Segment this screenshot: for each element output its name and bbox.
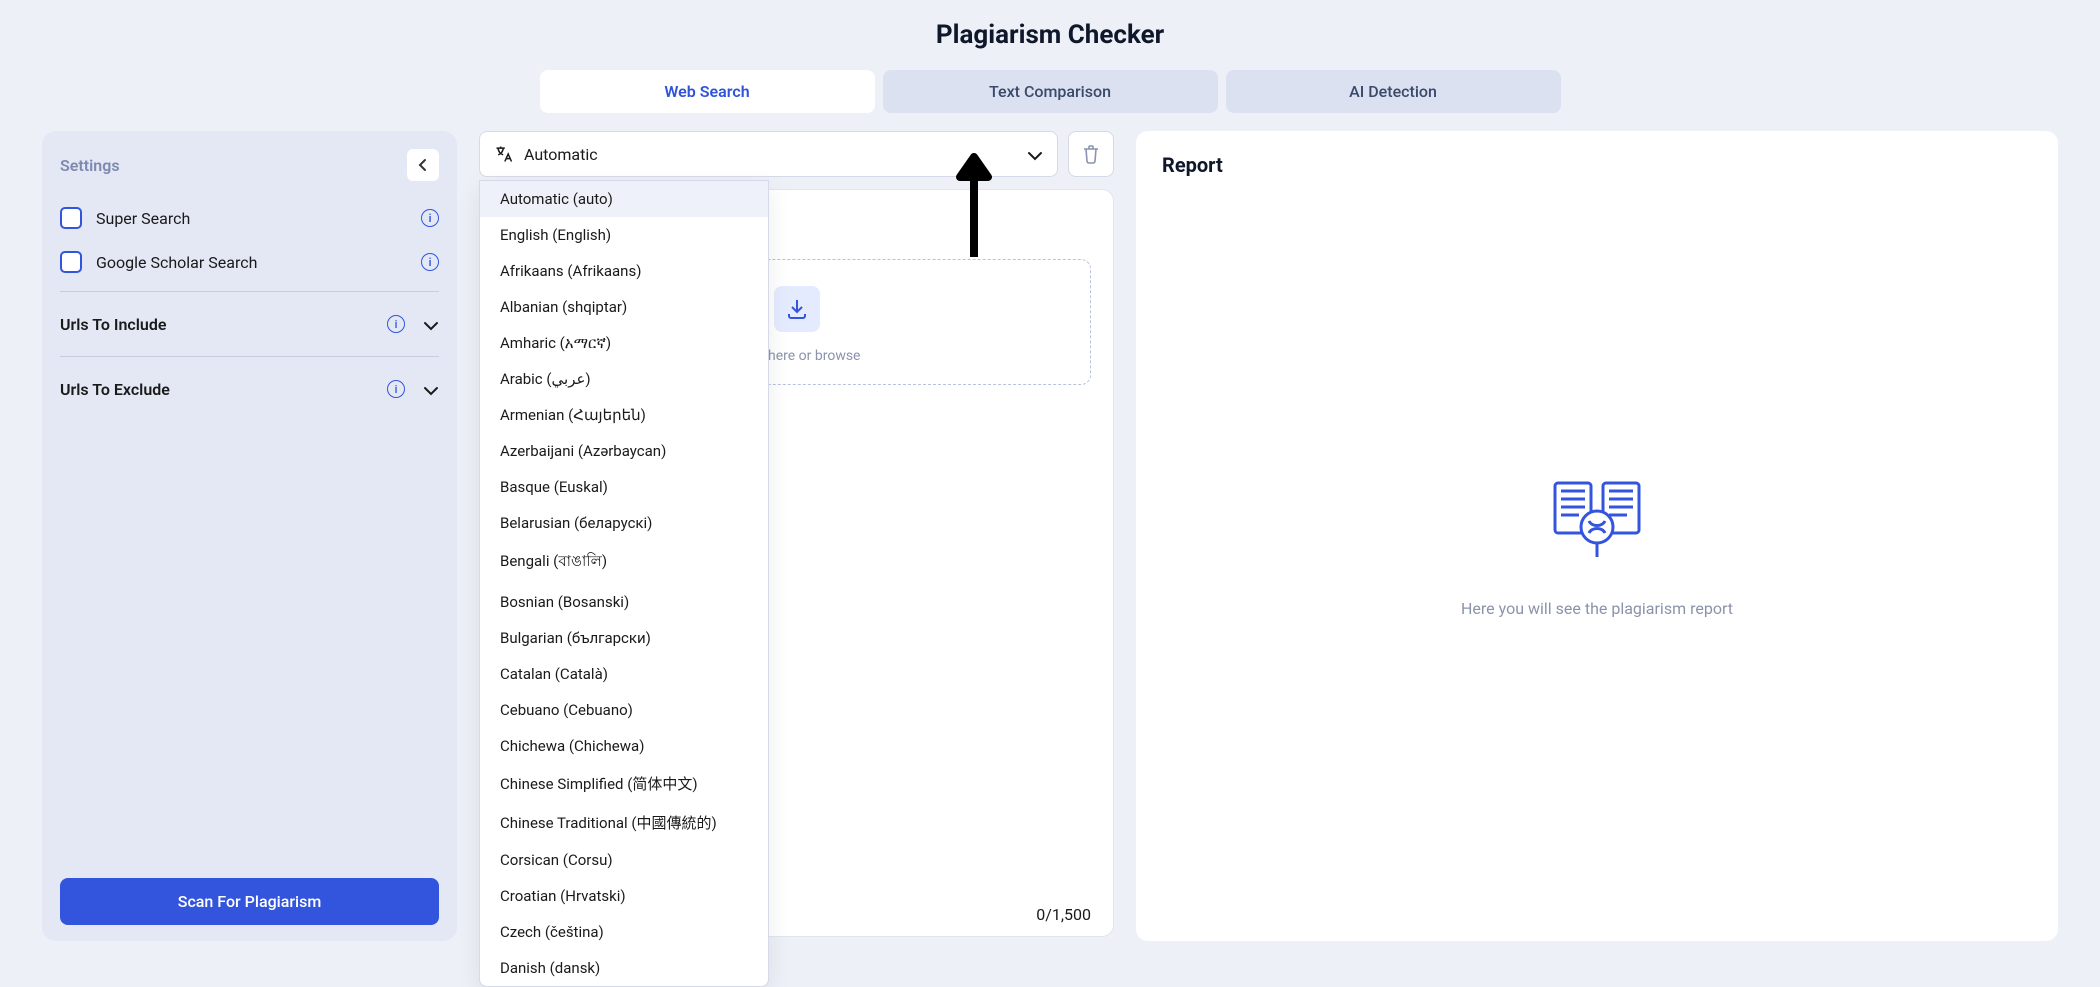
- language-selected-label: Automatic: [524, 145, 1027, 164]
- language-option[interactable]: Arabic (عربي): [480, 361, 768, 397]
- char-counter: 0/1,500: [1036, 905, 1091, 924]
- report-panel: Report Here you will see the plagiarism …: [1136, 131, 2058, 941]
- info-icon[interactable]: i: [387, 315, 405, 333]
- chevron-down-icon: [1027, 142, 1043, 166]
- language-option[interactable]: Bulgarian (български): [480, 620, 768, 656]
- editor-column: Automatic Automatic (auto)English (Engli…: [479, 131, 1114, 941]
- chevron-down-icon: [423, 377, 439, 401]
- super-search-checkbox[interactable]: [60, 207, 82, 229]
- page-title: Plagiarism Checker: [0, 20, 2100, 50]
- language-option[interactable]: Corsican (Corsu): [480, 842, 768, 878]
- collapse-sidebar-button[interactable]: [407, 149, 439, 181]
- language-option[interactable]: Automatic (auto): [480, 181, 768, 217]
- tab-text-comparison[interactable]: Text Comparison: [883, 70, 1218, 113]
- language-option[interactable]: Bengali (বাঙালি): [480, 541, 768, 584]
- info-icon[interactable]: i: [421, 209, 439, 227]
- tab-ai-detection[interactable]: AI Detection: [1226, 70, 1561, 113]
- tab-web-search[interactable]: Web Search: [540, 70, 875, 113]
- language-option[interactable]: Catalan (Català): [480, 656, 768, 692]
- language-option[interactable]: Basque (Euskal): [480, 469, 768, 505]
- chevron-down-icon: [423, 312, 439, 336]
- language-option[interactable]: English (English): [480, 217, 768, 253]
- google-scholar-label: Google Scholar Search: [96, 253, 407, 272]
- urls-include-label: Urls To Include: [60, 315, 166, 334]
- divider: [60, 291, 439, 292]
- language-dropdown: Automatic (auto)English (English)Afrikaa…: [479, 180, 769, 987]
- tabs: Web Search Text Comparison AI Detection: [0, 70, 2100, 113]
- info-icon[interactable]: i: [387, 380, 405, 398]
- language-option[interactable]: Azerbaijani (Azərbaycan): [480, 433, 768, 469]
- language-option[interactable]: Amharic (አማርኛ): [480, 325, 768, 361]
- settings-sidebar: Settings Super Search i Google Scholar S…: [42, 131, 457, 941]
- translate-icon: [494, 144, 514, 164]
- language-option[interactable]: Cebuano (Cebuano): [480, 692, 768, 728]
- divider: [60, 356, 439, 357]
- language-option[interactable]: Croatian (Hrvatski): [480, 878, 768, 914]
- setting-google-scholar: Google Scholar Search i: [60, 243, 439, 287]
- chevron-left-icon: [418, 158, 428, 172]
- language-select[interactable]: Automatic: [479, 131, 1058, 177]
- language-option[interactable]: Danish (dansk): [480, 950, 768, 986]
- language-option[interactable]: Albanian (shqiptar): [480, 289, 768, 325]
- super-search-label: Super Search: [96, 209, 407, 228]
- report-title: Report: [1162, 153, 2032, 177]
- language-option[interactable]: Chinese Simplified (简体中文): [480, 764, 768, 803]
- report-empty-msg: Here you will see the plagiarism report: [1461, 599, 1733, 618]
- trash-icon: [1082, 144, 1100, 164]
- urls-exclude-label: Urls To Exclude: [60, 380, 170, 399]
- google-scholar-checkbox[interactable]: [60, 251, 82, 273]
- info-icon[interactable]: i: [421, 253, 439, 271]
- urls-exclude-accordion[interactable]: Urls To Exclude i: [60, 361, 439, 417]
- clear-button[interactable]: [1068, 131, 1114, 177]
- urls-include-accordion[interactable]: Urls To Include i: [60, 296, 439, 352]
- report-empty-icon: [1547, 473, 1647, 577]
- language-option[interactable]: Chichewa (Chichewa): [480, 728, 768, 764]
- upload-icon: [774, 286, 820, 332]
- settings-title: Settings: [60, 156, 120, 175]
- language-option[interactable]: Belarusian (беларускі): [480, 505, 768, 541]
- language-option[interactable]: Bosnian (Bosanski): [480, 584, 768, 620]
- language-option[interactable]: Afrikaans (Afrikaans): [480, 253, 768, 289]
- scan-button[interactable]: Scan For Plagiarism: [60, 878, 439, 925]
- language-option[interactable]: Armenian (Հայերեն): [480, 397, 768, 433]
- language-option[interactable]: Chinese Traditional (中國傳統的): [480, 803, 768, 842]
- setting-super-search: Super Search i: [60, 199, 439, 243]
- language-option[interactable]: Czech (čeština): [480, 914, 768, 950]
